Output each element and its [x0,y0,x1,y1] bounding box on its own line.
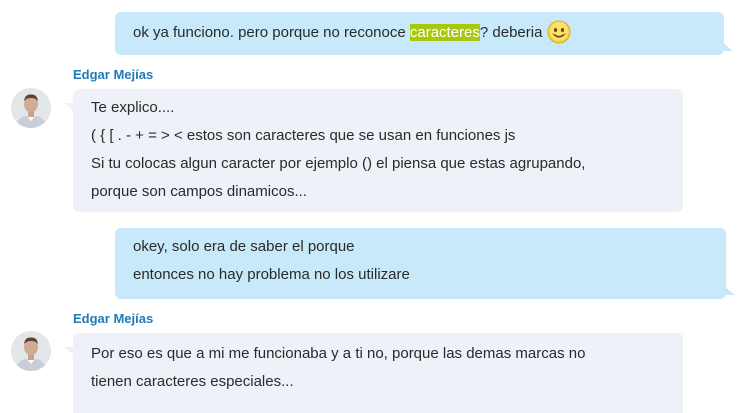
message-bubble-outgoing-1[interactable]: ok ya funciono. pero porque no reconoce … [115,12,733,55]
message-bubble-outgoing-2[interactable]: okey, solo era de saber el porque entonc… [115,228,735,299]
user-avatar-icon[interactable] [11,331,51,371]
message-text-after: ? deberia [479,24,543,41]
user-avatar-icon[interactable] [11,88,51,128]
message-text-before: ok ya funciono. pero porque no reconoce [133,24,410,41]
message-line: porque son campos dinamicos... [91,183,307,200]
message-bubble-incoming-1[interactable]: Te explico.... ( { [ . - + = > < estos s… [64,89,683,212]
message-line: tienen caracteres especiales... [91,373,294,390]
search-highlight: caracteres [409,24,480,41]
sender-name: Edgar Mejías [73,311,154,326]
message-line: entonces no hay problema no los utilizar… [133,266,410,283]
person-photo-icon [11,88,51,128]
message-bubble-incoming-2[interactable]: Por eso es que a mi me funcionaba y a ti… [64,333,683,413]
sender-name: Edgar Mejías [73,67,154,82]
person-photo-icon [11,331,51,371]
smiling-face-emoji-icon [547,20,571,44]
message-line: Si tu colocas algun caracter por ejemplo… [91,155,586,172]
message-text: ok ya funciono. pero porque no reconoce … [133,19,706,47]
message-line: ( { [ . - + = > < estos son caracteres q… [91,127,516,144]
message-line: Por eso es que a mi me funcionaba y a ti… [91,345,586,362]
message-line: okey, solo era de saber el porque [133,238,355,255]
message-line: Te explico.... [91,99,175,116]
